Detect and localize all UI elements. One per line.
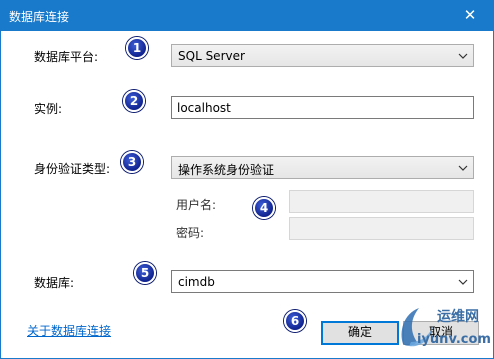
callout-badge-3: 3 [121,151,143,173]
callout-badge-5: 5 [134,262,156,284]
callout-badge-4: 4 [253,197,275,219]
platform-value: SQL Server [178,49,245,63]
database-value: cimdb [178,275,215,289]
callout-badge-6: 6 [284,310,306,332]
callout-badge-1: 1 [126,37,148,59]
password-label: 密码: [176,226,205,240]
title-bar[interactable]: 数据库连接 ✕ [1,1,493,31]
chevron-down-icon [458,53,468,59]
close-icon[interactable]: ✕ [447,1,493,31]
platform-select[interactable]: SQL Server [171,44,474,67]
window-title: 数据库连接 [9,10,70,24]
chevron-down-icon [458,279,468,285]
callout-badge-2: 2 [123,90,145,112]
platform-label: 数据库平台: [34,50,99,64]
about-database-connection-link[interactable]: 关于数据库连接 [27,322,111,339]
username-label: 用户名: [176,198,217,212]
username-input[interactable] [289,190,474,213]
instance-value: localhost [177,101,231,115]
instance-input[interactable]: localhost [171,96,474,119]
database-label: 数据库: [34,276,75,290]
auth-type-select[interactable]: 操作系统身份验证 [171,156,474,179]
auth-type-label: 身份验证类型: [34,162,111,176]
ok-button[interactable]: 确定 [321,321,399,345]
cancel-button[interactable]: 取消 [403,321,479,345]
auth-type-value: 操作系统身份验证 [178,163,275,177]
chevron-down-icon [458,165,468,171]
password-input[interactable] [289,217,474,240]
database-connection-dialog: 数据库连接 ✕ 数据库平台: 1 SQL Server 实例: 2 localh… [0,0,494,359]
database-combobox[interactable]: cimdb [171,270,474,293]
instance-label: 实例: [34,102,63,116]
